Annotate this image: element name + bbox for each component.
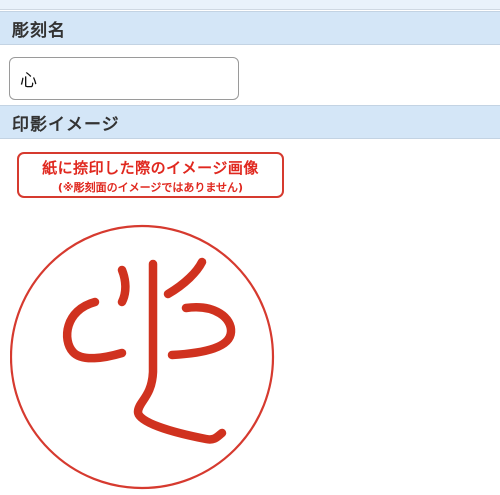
seal-imprint-preview (10, 222, 280, 495)
engraving-name-input[interactable] (9, 57, 239, 100)
engraving-name-header-label: 彫刻名 (12, 20, 66, 41)
imprint-notice-main: 紙に捺印した際のイメージ画像 (42, 159, 259, 177)
imprint-image-header: 印影イメージ (0, 105, 500, 139)
engraving-name-header: 彫刻名 (0, 11, 500, 45)
imprint-image-header-label: 印影イメージ (12, 114, 120, 135)
imprint-notice-sub: (※彫刻面のイメージではありません) (57, 181, 244, 194)
seal-imprint-svg (10, 222, 280, 495)
imprint-notice-badge: 紙に捺印した際のイメージ画像 (※彫刻面のイメージではありません) (17, 152, 284, 198)
engraving-form-page: 彫刻名 印影イメージ 紙に捺印した際のイメージ画像 (※彫刻面のイメージではあり… (0, 0, 500, 495)
top-strip (0, 0, 500, 10)
